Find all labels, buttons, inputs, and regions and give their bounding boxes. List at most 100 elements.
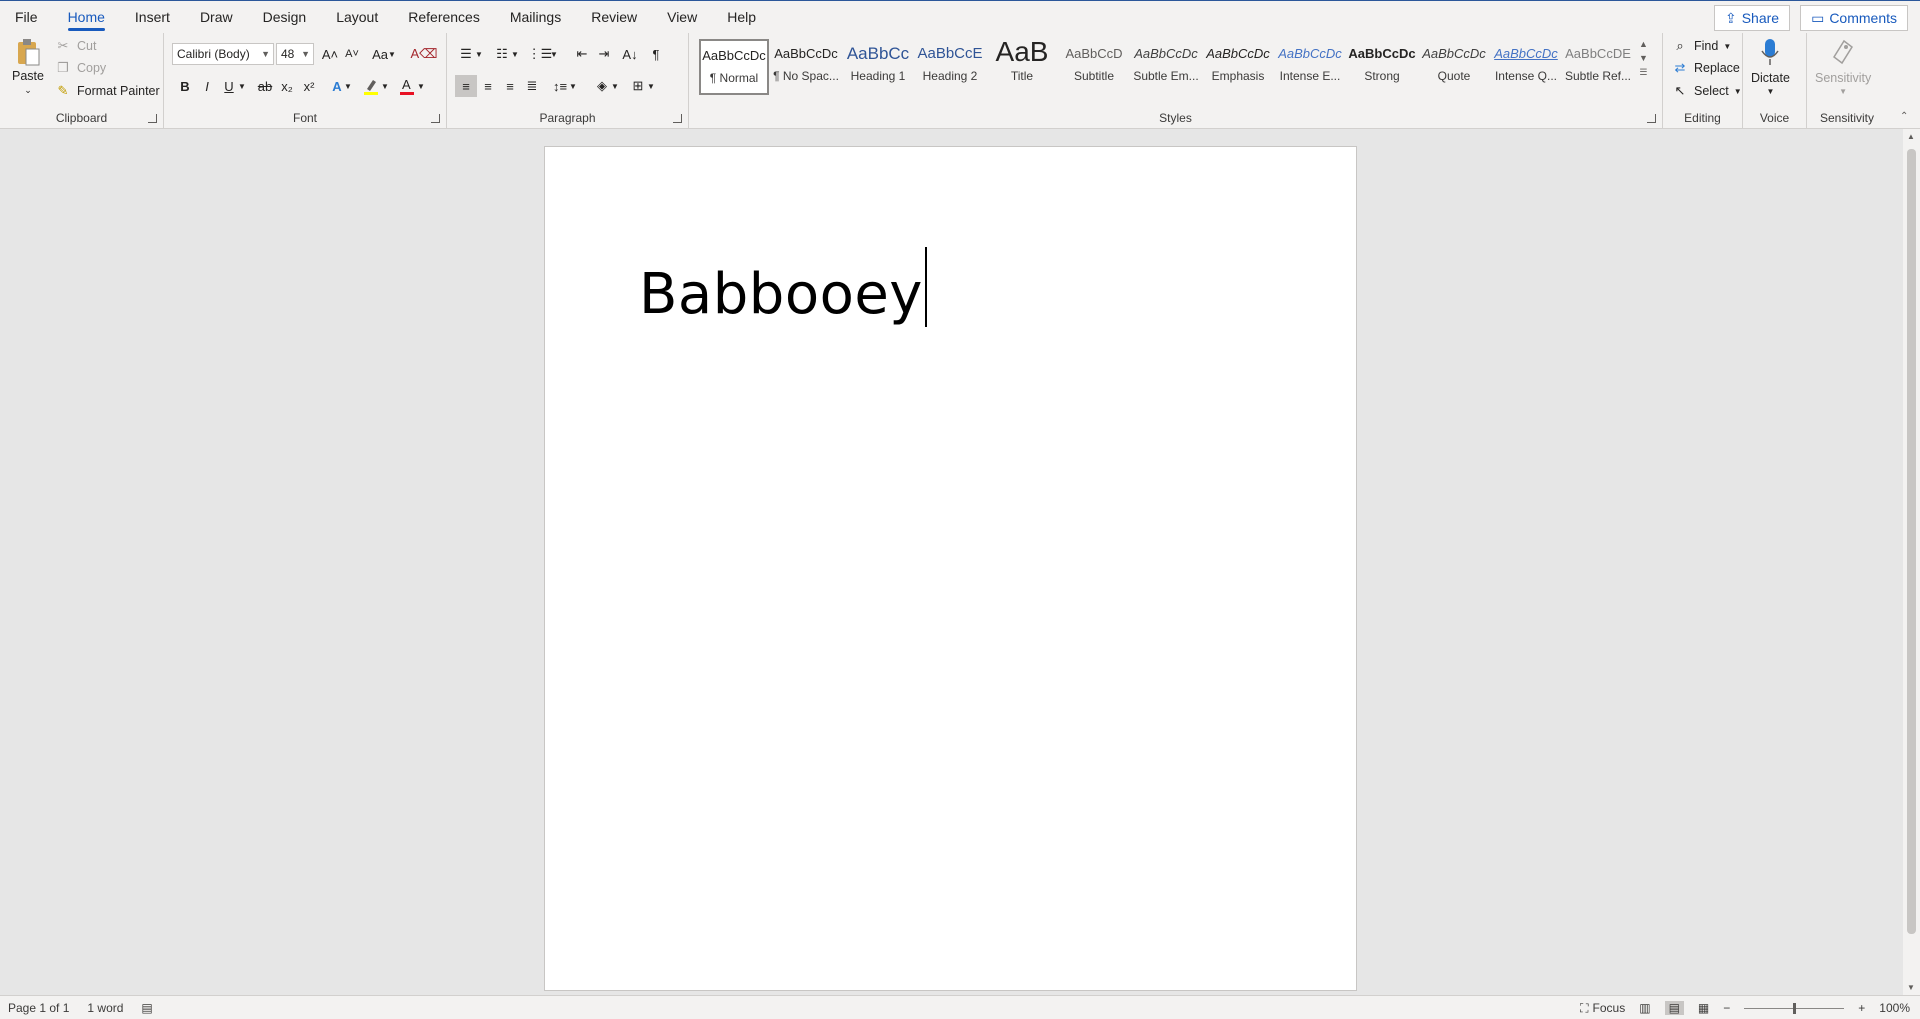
style-heading-1[interactable]: AaBbCc Heading 1 (843, 39, 913, 95)
sort-button[interactable]: A↓ (619, 43, 641, 65)
clear-formatting-icon: A⌫ (410, 46, 438, 61)
tab-layout[interactable]: Layout (321, 1, 393, 33)
style-intense-quote[interactable]: AaBbCcDc Intense Q... (1491, 39, 1561, 95)
find-button[interactable]: ⌕ Find ▼ (1671, 37, 1731, 55)
bold-button[interactable]: B (174, 75, 196, 97)
vertical-scrollbar[interactable]: ▲ ▼ (1903, 129, 1920, 995)
cut-label: Cut (77, 39, 97, 53)
bullets-dropdown[interactable]: ▼ (473, 43, 485, 65)
share-button[interactable]: ⇪ Share (1713, 5, 1791, 31)
subscript-button[interactable]: x₂ (276, 75, 298, 97)
font-name-select[interactable]: Calibri (Body) ▼ (172, 43, 274, 65)
style-strong[interactable]: AaBbCcDc Strong (1347, 39, 1417, 95)
scroll-down-arrow-icon[interactable]: ▼ (1907, 983, 1915, 992)
tab-view[interactable]: View (652, 1, 712, 33)
dialog-launcher-icon[interactable] (431, 114, 440, 123)
numbering-dropdown[interactable]: ▼ (509, 43, 521, 65)
copy-button[interactable]: ❐ Copy (54, 59, 106, 77)
chevron-down-icon: ▼ (417, 81, 425, 91)
comments-button[interactable]: ▭ Comments (1800, 5, 1908, 31)
paste-button[interactable]: Paste ⌄ (12, 37, 44, 96)
chevron-down-icon[interactable]: ▼ (1639, 53, 1648, 63)
styles-group: AaBbCcDc ¶ Normal AaBbCcDc ¶ No Spac... … (689, 33, 1663, 129)
style-preview: AaBbCcD (1065, 46, 1123, 61)
align-center-button[interactable]: ≡ (477, 75, 499, 97)
style-intense-emphasis[interactable]: AaBbCcDc Intense E... (1275, 39, 1345, 95)
chevron-down-icon: ▼ (301, 49, 310, 59)
style-subtitle[interactable]: AaBbCcD Subtitle (1059, 39, 1129, 95)
align-left-button[interactable]: ≡ (455, 75, 477, 97)
style-no-spacing[interactable]: AaBbCcDc ¶ No Spac... (771, 39, 841, 95)
chevron-up-icon: ⌃ (1900, 111, 1909, 122)
comment-icon: ▭ (1811, 9, 1825, 26)
font-color-dropdown[interactable]: ▼ (415, 75, 427, 97)
align-right-button[interactable]: ≡ (499, 75, 521, 97)
tab-insert[interactable]: Insert (120, 1, 185, 33)
word-count[interactable]: 1 word (87, 1001, 123, 1015)
tab-help[interactable]: Help (712, 1, 771, 33)
show-marks-button[interactable]: ¶ (645, 43, 667, 65)
multilevel-dropdown[interactable]: ▼ (548, 43, 560, 65)
tab-review[interactable]: Review (576, 1, 652, 33)
strikethrough-button[interactable]: ab (254, 75, 276, 97)
tab-draw[interactable]: Draw (185, 1, 248, 33)
print-layout-icon[interactable]: ▤ (1664, 1001, 1684, 1015)
more-styles-icon[interactable]: ☰ (1639, 67, 1647, 78)
zoom-out-icon[interactable]: − (1723, 1001, 1730, 1015)
borders-dropdown[interactable]: ▼ (645, 75, 657, 97)
line-spacing-dropdown[interactable]: ▼ (567, 75, 579, 97)
proofing-icon[interactable]: ▤ (141, 1001, 152, 1015)
cut-button[interactable]: ✂ Cut (54, 37, 97, 55)
style-heading-2[interactable]: AaBbCcE Heading 2 (915, 39, 985, 95)
zoom-slider[interactable] (1744, 1002, 1845, 1014)
tab-home[interactable]: Home (53, 1, 120, 33)
focus-button[interactable]: ⛶ Focus (1580, 1001, 1625, 1016)
dialog-launcher-icon[interactable] (148, 114, 157, 123)
dictate-button[interactable]: Dictate ▼ (1751, 37, 1790, 96)
tab-references[interactable]: References (393, 1, 495, 33)
superscript-button[interactable]: x² (298, 75, 320, 97)
zoom-in-icon[interactable]: + (1858, 1001, 1865, 1015)
chevron-up-icon[interactable]: ▲ (1639, 39, 1648, 49)
read-mode-icon[interactable]: ▥ (1639, 1001, 1650, 1015)
increase-indent-button[interactable]: ⇥ (593, 43, 615, 65)
font-size-select[interactable]: 48 ▼ (276, 43, 314, 65)
tab-file[interactable]: File (0, 1, 53, 33)
document-page[interactable]: Babbooey (544, 146, 1357, 991)
scroll-up-arrow-icon[interactable]: ▲ (1907, 132, 1915, 141)
shading-dropdown[interactable]: ▼ (609, 75, 621, 97)
chevron-down-icon: ▼ (475, 49, 483, 59)
style-subtle-reference[interactable]: AaBbCcDE Subtle Ref... (1563, 39, 1633, 95)
style-normal[interactable]: AaBbCcDc ¶ Normal (699, 39, 769, 95)
style-emphasis[interactable]: AaBbCcDc Emphasis (1203, 39, 1273, 95)
shrink-font-button[interactable]: A˅ (341, 43, 363, 65)
change-case-button[interactable]: Aa ▼ (369, 43, 399, 65)
page-count[interactable]: Page 1 of 1 (8, 1001, 69, 1015)
clear-formatting-button[interactable]: A⌫ (410, 43, 438, 65)
dialog-launcher-icon[interactable] (1647, 114, 1656, 123)
document-body[interactable]: Babbooey (639, 247, 927, 327)
scrollbar-thumb[interactable] (1907, 149, 1916, 934)
grow-font-button[interactable]: A˄ (319, 43, 341, 65)
text-effects-dropdown[interactable]: ▼ (342, 75, 354, 97)
zoom-level[interactable]: 100% (1879, 1001, 1910, 1015)
justify-button[interactable]: ≣ (521, 75, 543, 97)
format-painter-button[interactable]: ✎ Format Painter (54, 82, 160, 100)
replace-button[interactable]: ⇄ Replace (1671, 59, 1740, 77)
web-layout-icon[interactable]: ▦ (1698, 1001, 1709, 1015)
zoom-slider-thumb[interactable] (1793, 1002, 1797, 1014)
style-title[interactable]: AaB Title (987, 39, 1057, 95)
decrease-indent-button[interactable]: ⇤ (571, 43, 593, 65)
collapse-ribbon-button[interactable]: ⌃ (1900, 111, 1908, 122)
select-button[interactable]: ↖ Select ▼ (1671, 82, 1742, 100)
dialog-launcher-icon[interactable] (673, 114, 682, 123)
sensitivity-button[interactable]: Sensitivity ▼ (1815, 37, 1871, 96)
underline-dropdown[interactable]: ▼ (236, 75, 248, 97)
italic-button[interactable]: I (196, 75, 218, 97)
tab-mailings[interactable]: Mailings (495, 1, 576, 33)
style-subtle-emphasis[interactable]: AaBbCcDc Subtle Em... (1131, 39, 1201, 95)
highlight-dropdown[interactable]: ▼ (379, 75, 391, 97)
document-text[interactable]: Babbooey (639, 262, 923, 327)
style-quote[interactable]: AaBbCcDc Quote (1419, 39, 1489, 95)
tab-design[interactable]: Design (248, 1, 322, 33)
